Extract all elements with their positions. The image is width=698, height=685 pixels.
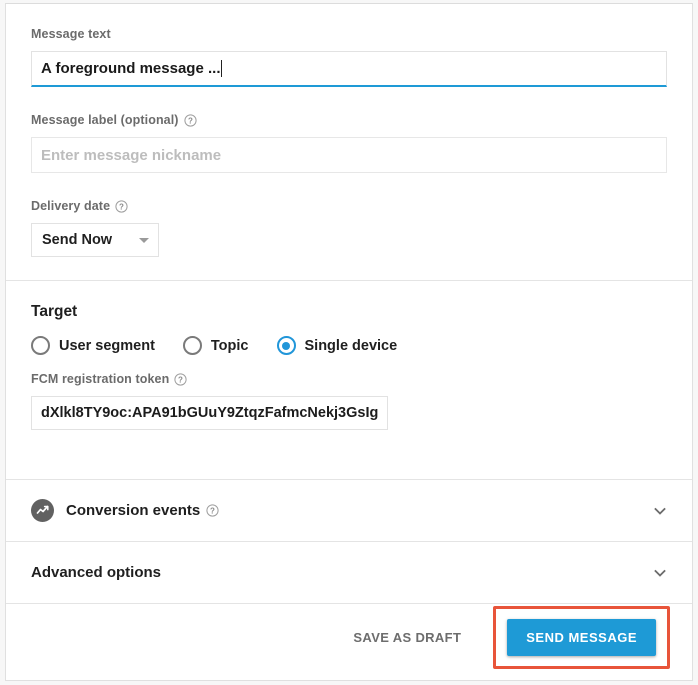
radio-indicator-selected[interactable] — [276, 336, 296, 355]
fcm-token-value: dXlkl8TY9oc:APA91bGUuY9ZtqzFafmcNekj3GsI… — [41, 405, 379, 421]
svg-text:?: ? — [178, 375, 183, 384]
radio-option-topic[interactable]: Topic — [182, 336, 249, 355]
delivery-date-label-text: Delivery date — [31, 199, 111, 213]
accordion-conversion-events[interactable]: Conversion events ? — [6, 480, 692, 541]
target-section: Target User segment Topic Single device — [6, 281, 692, 479]
accordion-title: Advanced options — [31, 564, 161, 581]
accordion-advanced-options[interactable]: Advanced options — [6, 542, 692, 603]
delivery-date-label: Delivery date ? — [31, 198, 667, 214]
message-section: Message text A foreground message ... Me… — [6, 4, 692, 280]
svg-text:?: ? — [119, 202, 124, 211]
fcm-token-input[interactable]: dXlkl8TY9oc:APA91bGUuY9ZtqzFafmcNekj3GsI… — [31, 396, 389, 430]
message-label-label-text: Message label (optional) — [31, 113, 179, 127]
radio-option-single-device[interactable]: Single device — [276, 336, 398, 355]
message-text-label-text: Message text — [31, 27, 111, 41]
fcm-token-label: FCM registration token ? — [31, 371, 667, 387]
accordion-left-group: Advanced options — [31, 564, 653, 581]
delivery-date-select[interactable]: Send Now — [31, 223, 159, 257]
accordion-title-text: Conversion events — [66, 502, 201, 519]
radio-indicator[interactable] — [31, 336, 50, 355]
save-as-draft-button[interactable]: SAVE AS DRAFT — [341, 620, 473, 655]
caret-down-icon — [139, 237, 149, 243]
send-message-highlight-box: SEND MESSAGE — [493, 605, 670, 669]
svg-text:?: ? — [188, 116, 193, 125]
message-label-input[interactable]: Enter message nickname — [31, 137, 667, 173]
svg-text:?: ? — [210, 506, 215, 515]
compose-card: Message text A foreground message ... Me… — [5, 3, 693, 681]
radio-option-label: Topic — [210, 337, 249, 354]
chevron-down-icon[interactable] — [653, 566, 667, 580]
message-text-input[interactable]: A foreground message ... — [31, 51, 667, 87]
accordion-title-text: Advanced options — [31, 564, 162, 581]
accordion-left-group: Conversion events ? — [31, 499, 653, 522]
help-circle-icon[interactable]: ? — [174, 372, 187, 386]
delivery-date-selected-value: Send Now — [42, 232, 113, 248]
accordion-title: Conversion events ? — [66, 502, 219, 519]
form-footer: SAVE AS DRAFT SEND MESSAGE — [6, 604, 692, 670]
radio-option-label: Single device — [304, 337, 398, 354]
chevron-down-icon[interactable] — [653, 504, 667, 518]
radio-indicator[interactable] — [182, 336, 202, 355]
text-cursor — [221, 60, 223, 77]
fcm-token-label-text: FCM registration token — [31, 372, 170, 386]
help-circle-icon[interactable]: ? — [115, 199, 128, 213]
help-circle-icon[interactable]: ? — [206, 504, 219, 517]
message-label-placeholder: Enter message nickname — [41, 146, 222, 164]
firebase-messaging-compose-page: Message text A foreground message ... Me… — [0, 0, 698, 685]
message-text-value: A foreground message ... — [41, 60, 221, 77]
radio-option-user-segment[interactable]: User segment — [31, 336, 155, 355]
message-label-label: Message label (optional) ? — [31, 112, 667, 128]
send-message-button[interactable]: SEND MESSAGE — [507, 618, 656, 656]
help-circle-icon[interactable]: ? — [183, 113, 197, 127]
target-title: Target — [31, 303, 78, 320]
message-text-label: Message text — [31, 26, 667, 42]
radio-option-label: User segment — [59, 337, 155, 354]
target-radio-group: User segment Topic Single device — [31, 336, 667, 355]
conversion-trend-icon — [31, 499, 54, 522]
